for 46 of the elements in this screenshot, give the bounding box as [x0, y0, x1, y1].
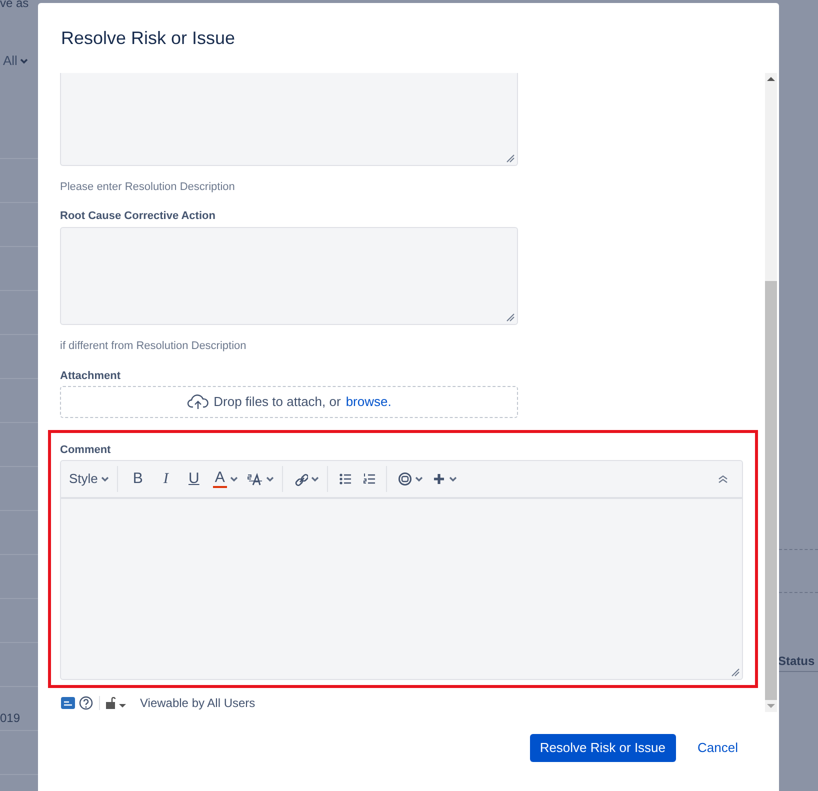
drop-zone[interactable]: Drop files to attach, or browse.: [60, 386, 518, 418]
text-size-icon: [246, 472, 263, 486]
resolve-button[interactable]: Resolve Risk or Issue: [530, 734, 676, 762]
background-text: 019: [0, 710, 20, 727]
bold-button[interactable]: B: [124, 464, 152, 493]
cloud-upload-icon: [186, 394, 209, 410]
underline-button[interactable]: U: [180, 464, 208, 493]
smiley-icon: [398, 472, 412, 486]
text-mode-icon: [61, 697, 75, 709]
dialog-title: Resolve Risk or Issue: [61, 26, 236, 50]
resize-grip-icon: [505, 152, 515, 163]
link-icon: [294, 472, 308, 486]
caret-icon: [448, 476, 457, 482]
caret-icon: [310, 476, 319, 482]
comment-editor[interactable]: Style B I U A: [60, 460, 743, 680]
style-dropdown[interactable]: Style: [64, 464, 113, 493]
lock-icon: [106, 697, 116, 709]
caret-icon: [414, 476, 423, 482]
numbered-list-icon: [362, 472, 377, 486]
field-label: Attachment: [60, 368, 122, 384]
field-label: Root Cause Corrective Action: [60, 209, 216, 224]
double-chevron-up-icon: [718, 474, 728, 483]
caret-icon: [230, 476, 238, 482]
caret-icon: [20, 58, 28, 64]
drop-zone-text: Drop files to attach, or: [214, 393, 341, 412]
caret-icon: [100, 476, 109, 482]
help-text: if different from Resolution Description: [60, 339, 248, 354]
italic-button[interactable]: I: [152, 464, 180, 493]
help-icon: [79, 696, 93, 710]
cancel-link[interactable]: Cancel: [690, 734, 746, 762]
scrollbar-thumb[interactable]: [765, 281, 777, 700]
plus-icon: [432, 472, 446, 486]
caret-icon: [119, 703, 126, 708]
column-header: Status: [778, 653, 815, 670]
caret-icon: [266, 476, 274, 482]
resize-grip-icon: [505, 312, 515, 322]
visibility-dropdown[interactable]: [106, 697, 126, 709]
help-text: Please enter Resolution Description: [60, 180, 236, 195]
field-label: Comment: [60, 443, 112, 458]
visibility-text: Viewable by All Users: [140, 695, 256, 712]
scrollbar[interactable]: [765, 73, 777, 712]
resize-grip-icon: [730, 667, 740, 677]
bullet-list-icon: [338, 472, 353, 486]
background-text: ve as: [0, 0, 29, 12]
browse-link[interactable]: browse.: [346, 392, 392, 412]
text-color-button[interactable]: A: [208, 464, 242, 493]
